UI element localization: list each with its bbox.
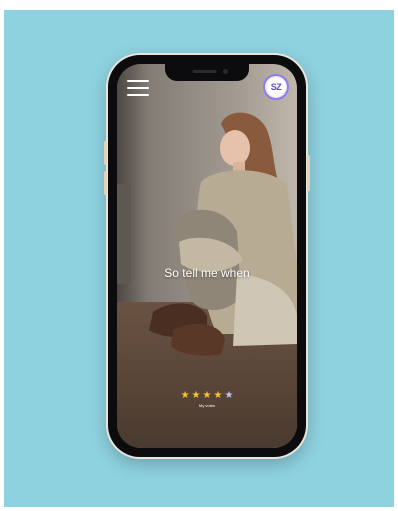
star-filled-icon[interactable]: ★ [203,391,212,401]
volume-down-button [104,171,107,195]
star-rating[interactable]: ★ ★ ★ ★ ★ [117,391,297,401]
phone-notch [165,64,249,81]
phone-frame: SZ So tell me when ★ ★ ★ ★ ★ My votes [104,55,310,457]
star-filled-icon[interactable]: ★ [181,391,190,401]
phone-screen: SZ So tell me when ★ ★ ★ ★ ★ My votes [117,64,297,448]
star-filled-icon[interactable]: ★ [213,391,222,401]
power-button [307,155,310,191]
star-filled-icon[interactable]: ★ [192,391,201,401]
sz-logo-icon[interactable]: SZ [263,74,289,100]
hamburger-menu-icon[interactable] [127,80,149,96]
video-caption: So tell me when [164,266,250,280]
backdrop: SZ So tell me when ★ ★ ★ ★ ★ My votes [4,10,394,507]
front-camera [223,69,228,74]
votes-label: My votes [198,403,215,408]
earpiece-speaker [192,70,217,73]
volume-up-button [104,141,107,165]
star-empty-icon[interactable]: ★ [224,391,233,401]
rating-widget[interactable]: ★ ★ ★ ★ ★ My votes [117,391,297,409]
face [220,130,250,166]
